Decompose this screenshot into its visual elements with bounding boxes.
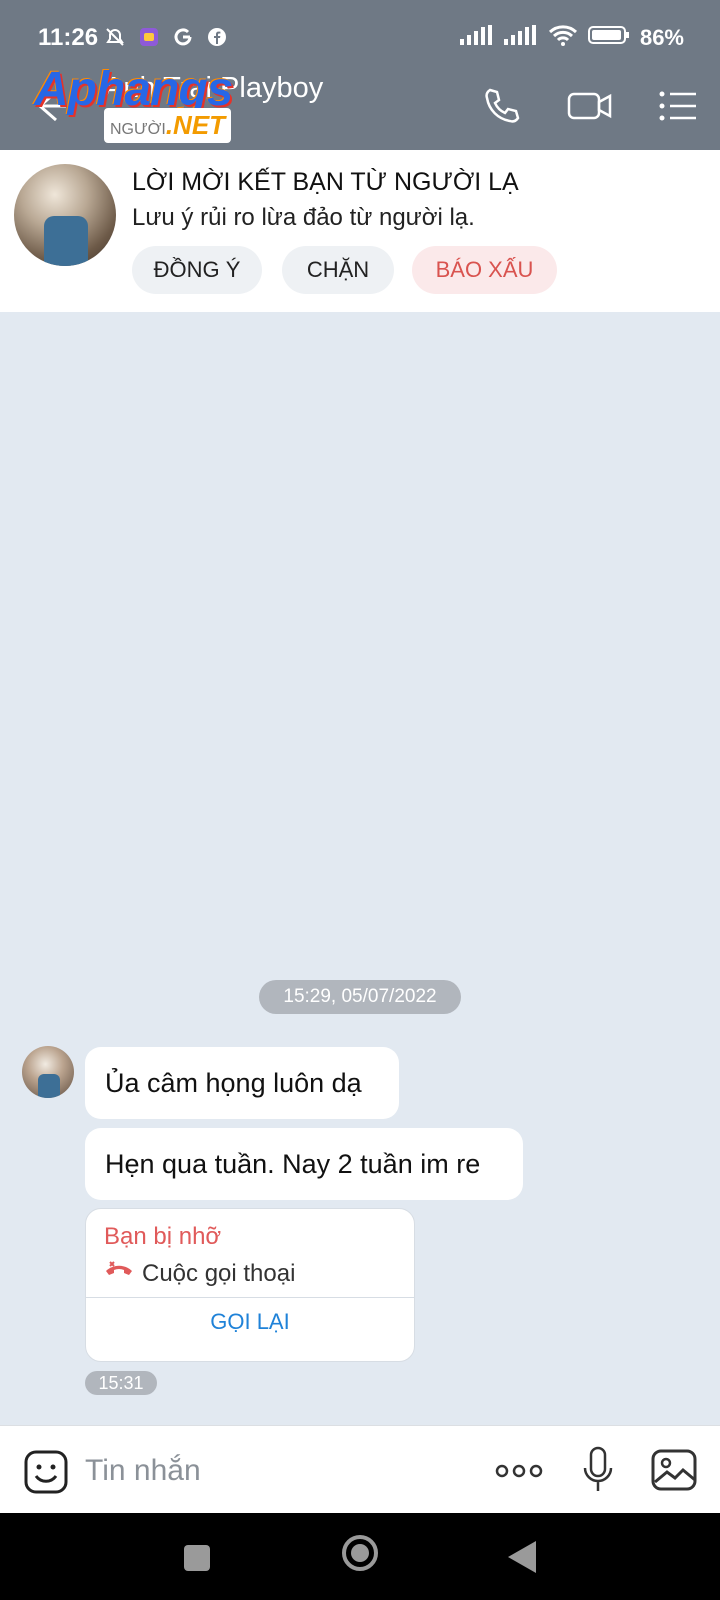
message-composer: Tin nhắn — [0, 1425, 720, 1513]
agree-button[interactable]: ĐỒNG Ý — [132, 246, 262, 294]
recent-apps-button[interactable] — [184, 1545, 210, 1571]
home-button[interactable] — [342, 1535, 378, 1571]
microphone-icon[interactable] — [580, 1446, 616, 1494]
message-input[interactable]: Tin nhắn — [85, 1454, 201, 1488]
battery-icon — [587, 25, 630, 51]
banner-note: Lưu ý rủi ro lừa đảo từ người lạ. — [132, 204, 475, 231]
system-back-button[interactable] — [508, 1541, 536, 1573]
missed-call-type: Cuộc gọi thoại — [142, 1259, 296, 1287]
notification-icons — [104, 26, 228, 48]
watermark-domain-text: .NET — [165, 110, 226, 140]
more-options-icon[interactable] — [494, 1456, 544, 1486]
facebook-icon — [206, 26, 228, 48]
stranger-request-banner: LỜI MỜI KẾT BẠN TỪ NGƯỜI LẠ Lưu ý rủi ro… — [0, 150, 720, 312]
voice-call-icon[interactable] — [480, 84, 524, 128]
watermark-prefix: NGƯỜI — [110, 121, 166, 138]
system-indicators: 86% — [459, 24, 684, 52]
banner-title: LỜI MỜI KẾT BẠN TỪ NGƯỜI LẠ — [132, 168, 519, 196]
missed-call-row: Cuộc gọi thoại — [104, 1259, 295, 1288]
callback-button[interactable]: GỌI LẠI — [86, 1309, 414, 1335]
avatar[interactable] — [14, 164, 116, 266]
video-call-icon[interactable] — [566, 84, 612, 128]
missed-call-title: Bạn bị nhỡ — [104, 1223, 222, 1250]
report-button[interactable]: BÁO XẤU — [412, 246, 557, 294]
google-icon — [172, 26, 194, 48]
status-time: 11:26 — [38, 24, 99, 51]
message-time: 15:31 — [85, 1371, 157, 1395]
chat-header: Anh Trai Playboy Aphangs NGƯỜI.NET — [0, 62, 720, 150]
app-notification-icon — [138, 26, 160, 48]
watermark-domain: NGƯỜI.NET — [104, 108, 232, 143]
date-timestamp: 15:29, 05/07/2022 — [259, 980, 461, 1014]
divider — [86, 1297, 414, 1298]
message-bubble[interactable]: Hẹn qua tuần. Nay 2 tuần im re — [85, 1128, 523, 1200]
menu-icon[interactable] — [656, 84, 700, 128]
muted-bell-icon — [104, 26, 126, 48]
missed-call-card[interactable]: Bạn bị nhỡ Cuộc gọi thoại GỌI LẠI — [85, 1208, 415, 1362]
image-gallery-icon[interactable] — [650, 1448, 698, 1492]
signal-icon — [459, 25, 494, 51]
missed-call-icon — [104, 1259, 134, 1288]
block-button[interactable]: CHẶN — [282, 246, 394, 294]
sticker-icon[interactable] — [24, 1450, 68, 1494]
sender-avatar[interactable] — [22, 1046, 74, 1098]
system-nav-bar — [0, 1513, 720, 1600]
status-bar: 11:26 86% — [0, 0, 720, 62]
battery-level: 86% — [639, 25, 684, 50]
message-bubble[interactable]: Ủa câm họng luôn dạ — [85, 1047, 399, 1119]
signal-icon-2 — [503, 25, 538, 51]
wifi-icon — [548, 24, 578, 52]
